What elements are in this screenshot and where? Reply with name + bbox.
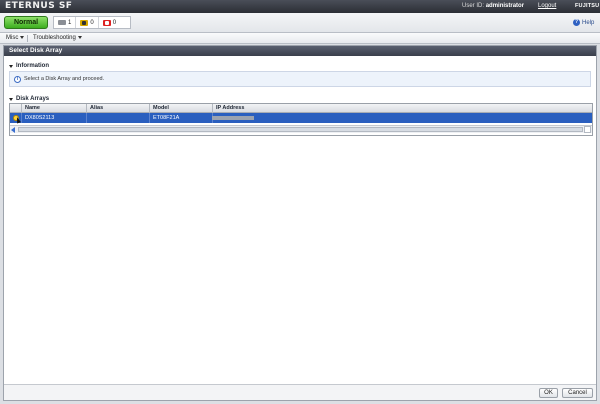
user-id-label: User ID	[462, 3, 483, 9]
triangle-down-icon	[9, 64, 13, 68]
cell-model: ET08F21A	[150, 113, 213, 123]
help-label: Help	[582, 19, 595, 26]
app-title: ETERNUS SF	[5, 1, 73, 11]
disk-arrays-table: Name Alias Model IP Address DX80S2113 ET…	[9, 103, 593, 136]
chevron-down-icon	[20, 35, 25, 39]
table-header: Name Alias Model IP Address	[10, 104, 592, 113]
cancel-button[interactable]: Cancel	[562, 388, 593, 398]
column-header-ip-address[interactable]: IP Address	[213, 104, 592, 113]
disk-arrays-section-toggle[interactable]: Disk Arrays	[9, 96, 49, 102]
error-icon	[102, 19, 111, 26]
error-count[interactable]: 0	[97, 17, 120, 28]
column-header-alias[interactable]: Alias	[87, 104, 150, 113]
select-column-header	[10, 104, 22, 113]
main-panel: Select Disk Array Information i Select a…	[3, 45, 597, 401]
column-header-model[interactable]: Model	[150, 104, 213, 113]
chevron-down-icon	[77, 35, 82, 39]
event-counts: 1 0 0	[53, 16, 131, 29]
menu-troubleshooting[interactable]: Troubleshooting	[30, 34, 85, 43]
cell-ip-address	[213, 113, 592, 123]
row-select-cell[interactable]	[10, 113, 22, 124]
warning-count[interactable]: 0	[75, 17, 97, 28]
table-row[interactable]: DX80S2113 ET08F21A	[10, 113, 592, 124]
information-section-toggle[interactable]: Information	[9, 63, 49, 69]
top-brand-bar: ETERNUS SF User ID: administrator Logout…	[0, 0, 600, 13]
scroll-left-icon[interactable]	[11, 127, 15, 133]
help-link[interactable]: ? Help	[573, 19, 594, 26]
fujitsu-logo: FUJITSU	[575, 3, 600, 9]
user-name: administrator	[485, 3, 525, 9]
information-box: i Select a Disk Array and proceed.	[9, 71, 591, 87]
warning-icon	[80, 19, 89, 26]
cell-name: DX80S2113	[22, 113, 87, 123]
mouse-cursor-icon	[15, 116, 21, 124]
menu-bar: Misc Troubleshooting	[0, 33, 600, 44]
column-header-name[interactable]: Name	[22, 104, 87, 113]
triangle-down-icon	[9, 97, 13, 101]
menu-divider	[27, 35, 28, 42]
status-normal-button[interactable]: Normal	[4, 16, 48, 29]
help-icon: ?	[573, 19, 580, 26]
footer-bar: OK Cancel	[4, 384, 596, 400]
ok-button[interactable]: OK	[539, 388, 558, 398]
status-bar: Normal 1 0 0 ? Help	[0, 13, 600, 33]
info-icon	[58, 20, 66, 25]
scrollbar-thumb[interactable]	[18, 127, 583, 132]
information-message: Select a Disk Array and proceed.	[24, 76, 105, 82]
scroll-right-button[interactable]	[584, 126, 591, 133]
cell-alias	[87, 113, 150, 123]
info-circle-icon: i	[14, 75, 21, 83]
horizontal-scrollbar[interactable]	[10, 125, 592, 133]
user-info: User ID: administrator	[462, 3, 525, 9]
menu-misc[interactable]: Misc	[3, 34, 27, 43]
ip-address-redaction	[212, 116, 254, 120]
info-count[interactable]: 1	[54, 17, 75, 28]
logout-link[interactable]: Logout	[538, 3, 556, 9]
page-title: Select Disk Array	[4, 46, 596, 56]
